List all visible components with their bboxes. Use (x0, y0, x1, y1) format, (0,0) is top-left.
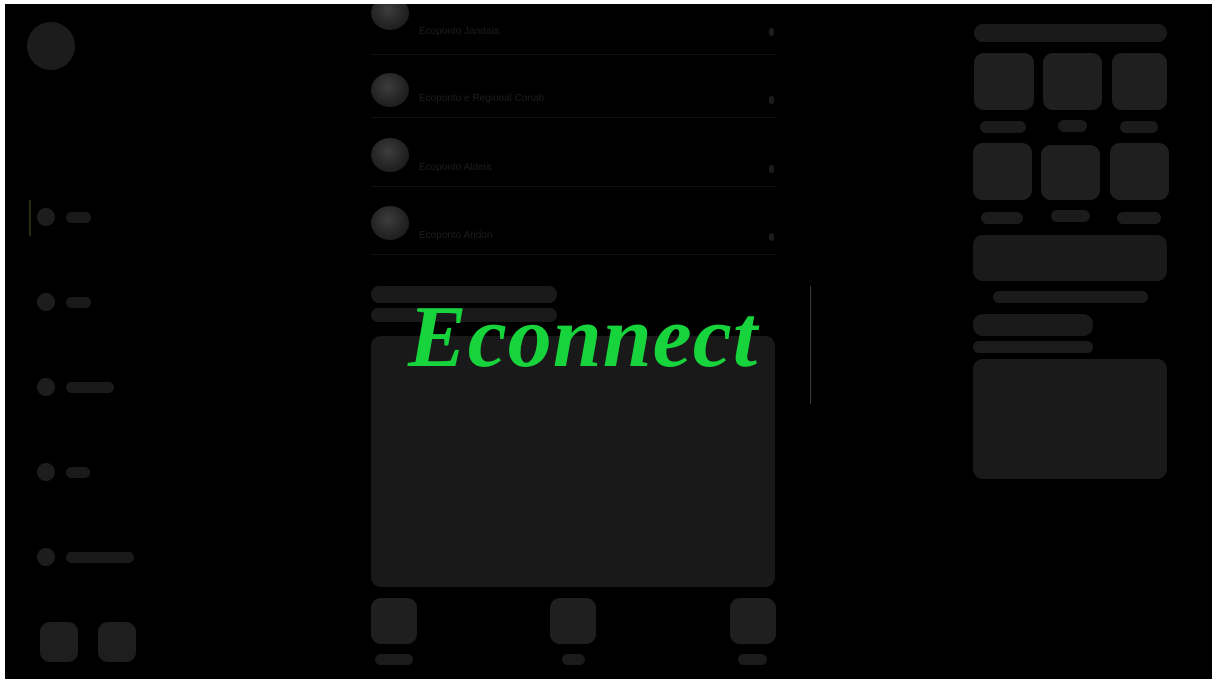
sidebar-item-4[interactable] (37, 462, 90, 482)
list-item[interactable]: Ecoponto Aldeia (371, 118, 776, 187)
sidebar-item-label-placeholder (66, 551, 134, 563)
tile-label-placeholder (1051, 210, 1090, 222)
action-label-placeholder (562, 654, 585, 665)
sidebar-item-label-placeholder (66, 296, 91, 308)
category-tile[interactable] (1043, 53, 1102, 110)
ecopoint-thumbnail (371, 4, 409, 30)
tile-label-placeholder (1117, 212, 1161, 224)
category-tile[interactable] (1110, 143, 1169, 200)
ecopoint-thumbnail (371, 206, 409, 240)
action-label-placeholder (738, 654, 767, 665)
list-item[interactable]: Ecoponto Jandaia (371, 4, 776, 55)
circle-icon (37, 378, 55, 396)
active-indicator (29, 200, 31, 236)
circle-icon (37, 293, 55, 311)
list-item[interactable]: Ecoponto e Regional Conab (371, 49, 776, 118)
tile-label-placeholder (1058, 120, 1087, 132)
category-tile[interactable] (1041, 145, 1100, 200)
sidebar-item-5[interactable] (37, 547, 134, 567)
more-icon[interactable] (769, 28, 774, 36)
ecopoint-thumbnail (371, 138, 409, 172)
more-icon[interactable] (769, 233, 774, 241)
settings-button[interactable] (40, 622, 78, 662)
action-card[interactable] (550, 598, 596, 644)
ecopoint-name: Ecoponto Jandaia (419, 26, 500, 37)
tile-label-placeholder (980, 121, 1026, 133)
circle-icon (37, 548, 55, 566)
list-item[interactable]: Ecoponto Aridon (371, 186, 776, 255)
circle-icon (37, 208, 55, 226)
text-caret (810, 286, 811, 404)
tile-label-placeholder (981, 212, 1023, 224)
info-card[interactable] (973, 235, 1167, 281)
app-window: Ecoponto Jandaia Ecoponto e Regional Con… (5, 4, 1212, 679)
ecopoint-thumbnail (371, 73, 409, 107)
circle-icon (37, 463, 55, 481)
action-label-placeholder (375, 654, 413, 665)
category-tile[interactable] (974, 53, 1034, 110)
avatar[interactable] (27, 22, 75, 70)
panel-title-placeholder (974, 24, 1167, 42)
sidebar-item-label-placeholder (66, 211, 91, 223)
sidebar-item-3[interactable] (37, 377, 114, 397)
sidebar-item-2[interactable] (37, 292, 91, 312)
detail-card[interactable] (973, 359, 1167, 479)
category-tile[interactable] (973, 143, 1032, 200)
econnect-logo: Econnect (408, 289, 759, 386)
logout-button[interactable] (98, 622, 136, 662)
sidebar-item-label-placeholder (66, 466, 90, 478)
sidebar-item-label-placeholder (66, 381, 114, 393)
more-icon[interactable] (769, 96, 774, 104)
ecopoint-name: Ecoponto Aldeia (419, 162, 492, 173)
info-text-placeholder (993, 291, 1148, 303)
ecopoint-name: Ecoponto e Regional Conab (419, 93, 545, 104)
more-icon[interactable] (769, 165, 774, 173)
category-tile[interactable] (1112, 53, 1167, 110)
sidebar-item-1[interactable] (37, 207, 91, 227)
action-card[interactable] (371, 598, 417, 644)
section-title-placeholder (973, 314, 1093, 336)
tile-label-placeholder (1120, 121, 1158, 133)
action-card[interactable] (730, 598, 776, 644)
section-subtitle-placeholder (973, 341, 1093, 353)
ecopoint-name: Ecoponto Aridon (419, 230, 493, 241)
